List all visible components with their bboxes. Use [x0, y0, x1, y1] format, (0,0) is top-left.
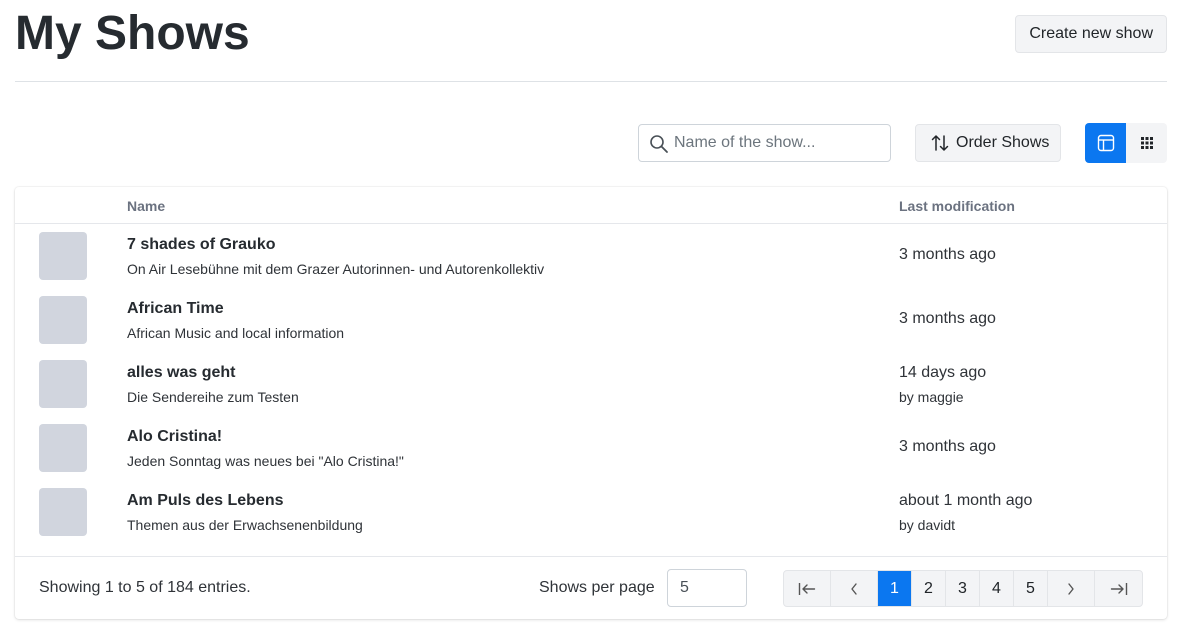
page-button-4[interactable]: 4 [980, 571, 1014, 606]
last-page-icon [1110, 582, 1127, 595]
last-modified: 3 months ago [899, 310, 996, 327]
grid-icon [1140, 137, 1153, 149]
modified-by: by maggie [899, 389, 964, 405]
last-modified: 3 months ago [899, 246, 996, 263]
show-thumbnail [39, 296, 87, 344]
page-title: My Shows [15, 7, 250, 60]
search-icon [650, 135, 668, 153]
show-name[interactable]: 7 shades of Grauko [127, 236, 276, 254]
table-footer: Showing 1 to 5 of 184 entries. Shows per… [15, 556, 1167, 619]
table-header: Name Last modification [15, 187, 1167, 224]
entries-count: Showing 1 to 5 of 184 entries. [39, 579, 251, 596]
show-description: African Music and local information [127, 325, 345, 341]
list-view-button[interactable] [1085, 123, 1126, 163]
table-row[interactable]: alles was geht Die Sendereihe zum Testen… [15, 352, 1167, 416]
next-page-button[interactable] [1048, 571, 1095, 606]
table-row[interactable]: Alo Cristina! Jeden Sonntag was neues be… [15, 416, 1167, 480]
show-description: Die Sendereihe zum Testen [127, 389, 299, 405]
column-header-name[interactable]: Name [127, 198, 165, 214]
toolbar: Order Shows [0, 123, 1177, 163]
first-page-button[interactable] [784, 571, 831, 606]
grid-view-button[interactable] [1126, 123, 1167, 163]
previous-page-button[interactable] [831, 571, 878, 606]
show-thumbnail [39, 232, 87, 280]
show-description: Themen aus der Erwachsenenbildung [127, 517, 363, 533]
last-modified: 3 months ago [899, 438, 996, 455]
order-shows-button[interactable]: Order Shows [915, 124, 1061, 162]
show-name[interactable]: alles was geht [127, 364, 236, 382]
search-box[interactable] [638, 124, 891, 162]
show-name[interactable]: Alo Cristina! [127, 428, 222, 446]
chevron-left-icon [851, 582, 857, 595]
last-page-button[interactable] [1095, 571, 1142, 606]
page-button-2[interactable]: 2 [912, 571, 946, 606]
chevron-right-icon [1068, 582, 1074, 595]
table-row[interactable]: African Time African Music and local inf… [15, 288, 1167, 352]
search-input[interactable] [672, 125, 887, 161]
shows-table-card: Name Last modification 7 shades of Grauk… [15, 187, 1167, 619]
per-page-input[interactable] [667, 569, 747, 607]
table-row[interactable]: Am Puls des Lebens Themen aus der Erwach… [15, 480, 1167, 544]
page-header: My Shows Create new show [15, 0, 1167, 82]
order-shows-label: Order Shows [956, 134, 1050, 151]
show-thumbnail [39, 488, 87, 536]
show-thumbnail [39, 424, 87, 472]
column-header-last-modification[interactable]: Last modification [899, 198, 1015, 214]
layout-icon [1097, 134, 1114, 152]
table-row[interactable]: 7 shades of Grauko On Air Lesebühne mit … [15, 224, 1167, 288]
first-page-icon [798, 582, 816, 595]
show-name[interactable]: Am Puls des Lebens [127, 492, 284, 510]
show-description: Jeden Sonntag was neues bei "Alo Cristin… [127, 453, 404, 469]
per-page-label: Shows per page [539, 579, 655, 596]
show-name[interactable]: African Time [127, 300, 224, 318]
create-new-show-button[interactable]: Create new show [1015, 15, 1167, 53]
show-thumbnail [39, 360, 87, 408]
view-toggle [1085, 123, 1167, 163]
pagination: 1 2 3 4 5 [783, 570, 1143, 607]
sort-arrows-icon [931, 135, 949, 151]
last-modified: 14 days ago [899, 364, 987, 381]
modified-by: by davidt [899, 517, 956, 533]
page-button-5[interactable]: 5 [1014, 571, 1048, 606]
show-description: On Air Lesebühne mit dem Grazer Autorinn… [127, 261, 545, 277]
page-button-3[interactable]: 3 [946, 571, 980, 606]
page-button-1[interactable]: 1 [878, 571, 912, 606]
last-modified: about 1 month ago [899, 492, 1033, 509]
